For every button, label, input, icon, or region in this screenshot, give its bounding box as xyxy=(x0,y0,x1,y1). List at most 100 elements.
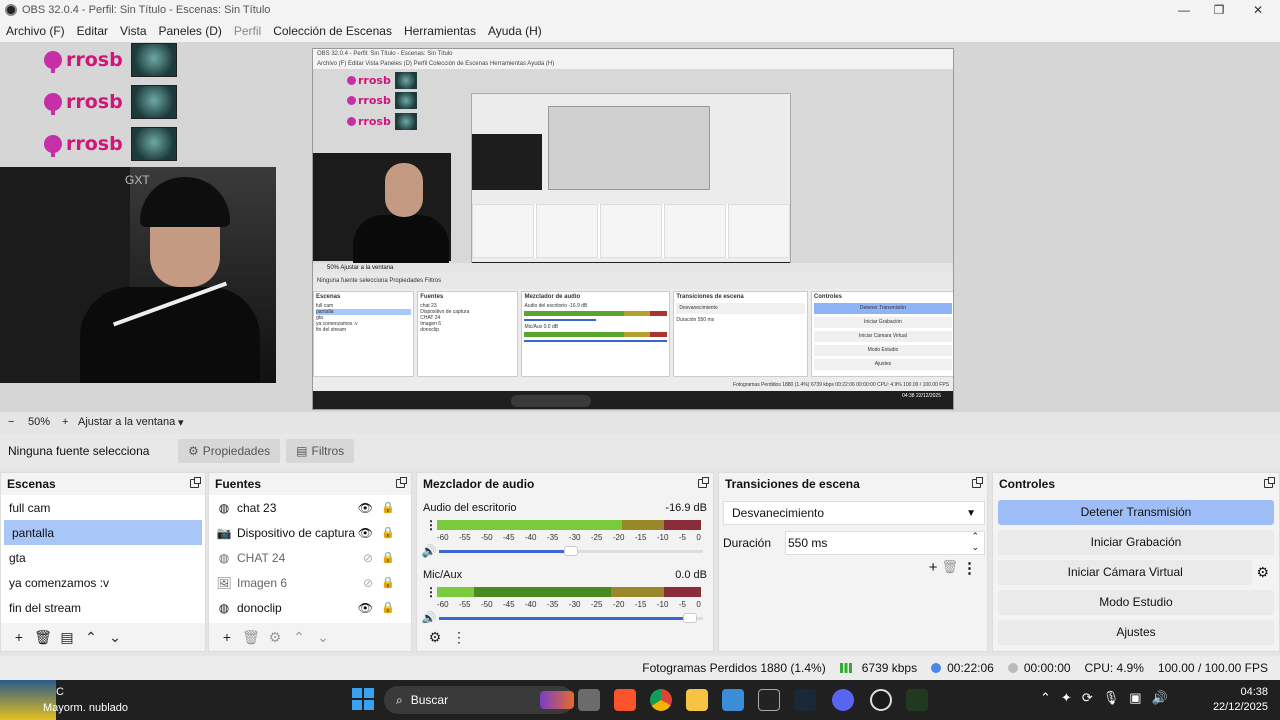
obs-icon[interactable] xyxy=(870,689,892,711)
windows-start-icon[interactable] xyxy=(352,688,374,710)
discord-icon[interactable] xyxy=(832,689,854,711)
chrome-icon[interactable] xyxy=(650,689,672,711)
chevron-up-icon[interactable]: ⌃ xyxy=(287,627,311,647)
app-tray-icon[interactable]: ✦ xyxy=(1061,690,1072,706)
gear-icon[interactable]: ⚙ xyxy=(423,627,447,647)
scene-item[interactable]: gta xyxy=(1,545,205,570)
close-button[interactable]: ✕ xyxy=(1240,0,1276,20)
lock-icon[interactable]: 🔒 xyxy=(381,601,395,614)
scene-item[interactable]: pantalla xyxy=(4,520,202,545)
zoom-fit-select[interactable]: Ajustar a la ventana xyxy=(78,416,178,428)
volume-icon[interactable]: 🔊 xyxy=(1152,690,1168,706)
lock-icon[interactable]: 🔒 xyxy=(381,551,395,564)
filters-label: Filtros xyxy=(311,444,345,458)
add-icon[interactable]: + xyxy=(215,627,239,647)
volume-slider[interactable] xyxy=(439,545,703,556)
properties-button[interactable]: ⚙ Propiedades xyxy=(178,439,281,463)
scene-item[interactable]: ya comenzamos :v xyxy=(1,570,205,595)
start-virtual-camera-button[interactable]: Iniciar Cámara Virtual xyxy=(998,560,1253,585)
filters-button[interactable]: ▤ Filtros xyxy=(286,439,355,463)
epic-games-icon[interactable] xyxy=(758,689,780,711)
menu-perfil[interactable]: Perfil xyxy=(228,24,267,38)
nvidia-icon[interactable] xyxy=(906,689,928,711)
steam-icon[interactable] xyxy=(794,689,816,711)
chevron-up-icon[interactable]: ⌃ xyxy=(79,627,103,647)
sync-icon[interactable]: ⟳ xyxy=(1082,690,1093,706)
duration-input[interactable]: 550 ms xyxy=(785,531,985,555)
trash-icon[interactable]: 🗑 xyxy=(31,627,55,647)
source-item[interactable]: 🖼 Imagen 6 ⊘ 🔒 xyxy=(209,570,411,595)
file-explorer-icon[interactable] xyxy=(686,689,708,711)
studio-mode-button[interactable]: Modo Estudio xyxy=(998,590,1274,615)
record-time: 00:00:00 xyxy=(1023,661,1071,675)
stop-stream-button[interactable]: Detener Transmisión xyxy=(998,500,1274,525)
lock-icon[interactable]: 🔒 xyxy=(381,501,395,514)
alert-badge: rrosb xyxy=(44,85,177,119)
meter-tick-label: -40 xyxy=(524,533,537,542)
brave-icon[interactable] xyxy=(614,689,636,711)
scene-item[interactable]: fin del stream xyxy=(1,595,205,620)
source-item[interactable]: ◍ CHAT 24 ⊘ 🔒 xyxy=(209,545,411,570)
menu-editar[interactable]: Editar xyxy=(71,24,114,38)
trash-icon[interactable]: 🗑 xyxy=(941,559,958,577)
volume-meter xyxy=(437,520,701,530)
more-options-icon[interactable]: ⋮ xyxy=(962,559,977,577)
transition-select[interactable]: Desvanecimiento ▼ xyxy=(723,501,985,525)
eye-hidden-icon[interactable]: ⊘ xyxy=(363,551,373,565)
start-recording-button[interactable]: Iniciar Grabación xyxy=(998,530,1274,555)
preview-canvas[interactable]: rrosbwow rrosb rrosb rrosb GXT OBS 32.0.… xyxy=(0,42,1280,412)
menu-coleccion[interactable]: Colección de Escenas xyxy=(267,24,398,38)
undock-icon[interactable] xyxy=(698,477,709,488)
source-item[interactable]: ◍ chat 23 👁 🔒 xyxy=(209,495,411,520)
source-item[interactable]: 📷 Dispositivo de captura de video 👁 🔒 xyxy=(209,520,411,545)
filter-icon[interactable]: ▤ xyxy=(55,627,79,647)
maximize-button[interactable]: ❐ xyxy=(1201,0,1237,20)
menu-paneles[interactable]: Paneles (D) xyxy=(153,24,228,38)
undock-icon[interactable] xyxy=(1264,477,1275,488)
scene-item[interactable]: full cam xyxy=(1,495,205,520)
weather-icon[interactable] xyxy=(0,680,56,720)
badge-thumbnail xyxy=(130,127,177,161)
source-item[interactable]: ◍ donoclip 👁 🔒 xyxy=(209,595,411,620)
trash-icon[interactable]: 🗑 xyxy=(239,627,263,647)
network-icon[interactable]: ▣ xyxy=(1129,690,1141,706)
chevron-down-icon[interactable]: ▾ xyxy=(178,416,184,429)
eye-icon[interactable]: 👁 xyxy=(358,601,373,615)
store-icon[interactable] xyxy=(722,689,744,711)
minimize-button[interactable]: — xyxy=(1166,0,1202,20)
undock-icon[interactable] xyxy=(972,477,983,488)
microphone-icon[interactable]: 🎙 xyxy=(1103,690,1120,706)
gear-icon[interactable]: ⚙ xyxy=(1256,564,1269,581)
menu-archivo[interactable]: Archivo (F) xyxy=(0,24,71,38)
chevron-up-icon[interactable]: ⌃ xyxy=(1040,690,1051,706)
more-options-icon[interactable]: ⋮ xyxy=(425,585,437,599)
eye-hidden-icon[interactable]: ⊘ xyxy=(363,576,373,590)
more-options-icon[interactable]: ⋮ xyxy=(425,518,437,532)
eye-icon[interactable]: 👁 xyxy=(358,501,373,515)
task-view-icon[interactable] xyxy=(578,689,600,711)
add-icon[interactable]: + xyxy=(7,627,31,647)
scenes-list: full cam pantalla gta ya comenzamos :v f… xyxy=(1,495,205,623)
lock-icon[interactable]: 🔒 xyxy=(381,526,395,539)
chevron-down-icon[interactable]: ⌄ xyxy=(311,627,335,647)
zoom-out-button[interactable]: − xyxy=(8,416,28,428)
clock[interactable]: 04:38 22/12/2025 xyxy=(1213,685,1268,715)
menu-herramientas[interactable]: Herramientas xyxy=(398,24,482,38)
source-name: Imagen 6 xyxy=(237,575,288,590)
menu-vista[interactable]: Vista xyxy=(114,24,152,38)
menu-ayuda[interactable]: Ayuda (H) xyxy=(482,24,548,38)
zoom-in-button[interactable]: + xyxy=(62,416,78,428)
taskbar-search[interactable]: ⌕ Buscar xyxy=(384,686,574,714)
gear-icon[interactable]: ⚙ xyxy=(263,627,287,647)
duration-stepper[interactable]: ⌃ ⌄ xyxy=(971,531,979,553)
more-options-icon[interactable]: ⋮ xyxy=(447,627,471,647)
add-icon[interactable]: + xyxy=(929,559,938,577)
settings-button[interactable]: Ajustes xyxy=(998,620,1274,645)
volume-slider[interactable] xyxy=(439,612,703,623)
chevron-down-icon[interactable]: ⌄ xyxy=(103,627,127,647)
undock-icon[interactable] xyxy=(396,477,407,488)
eye-icon[interactable]: 👁 xyxy=(358,526,373,540)
lock-icon[interactable]: 🔒 xyxy=(381,576,395,589)
undock-icon[interactable] xyxy=(190,477,201,488)
speaker-icon[interactable]: 🔊 xyxy=(419,544,439,558)
